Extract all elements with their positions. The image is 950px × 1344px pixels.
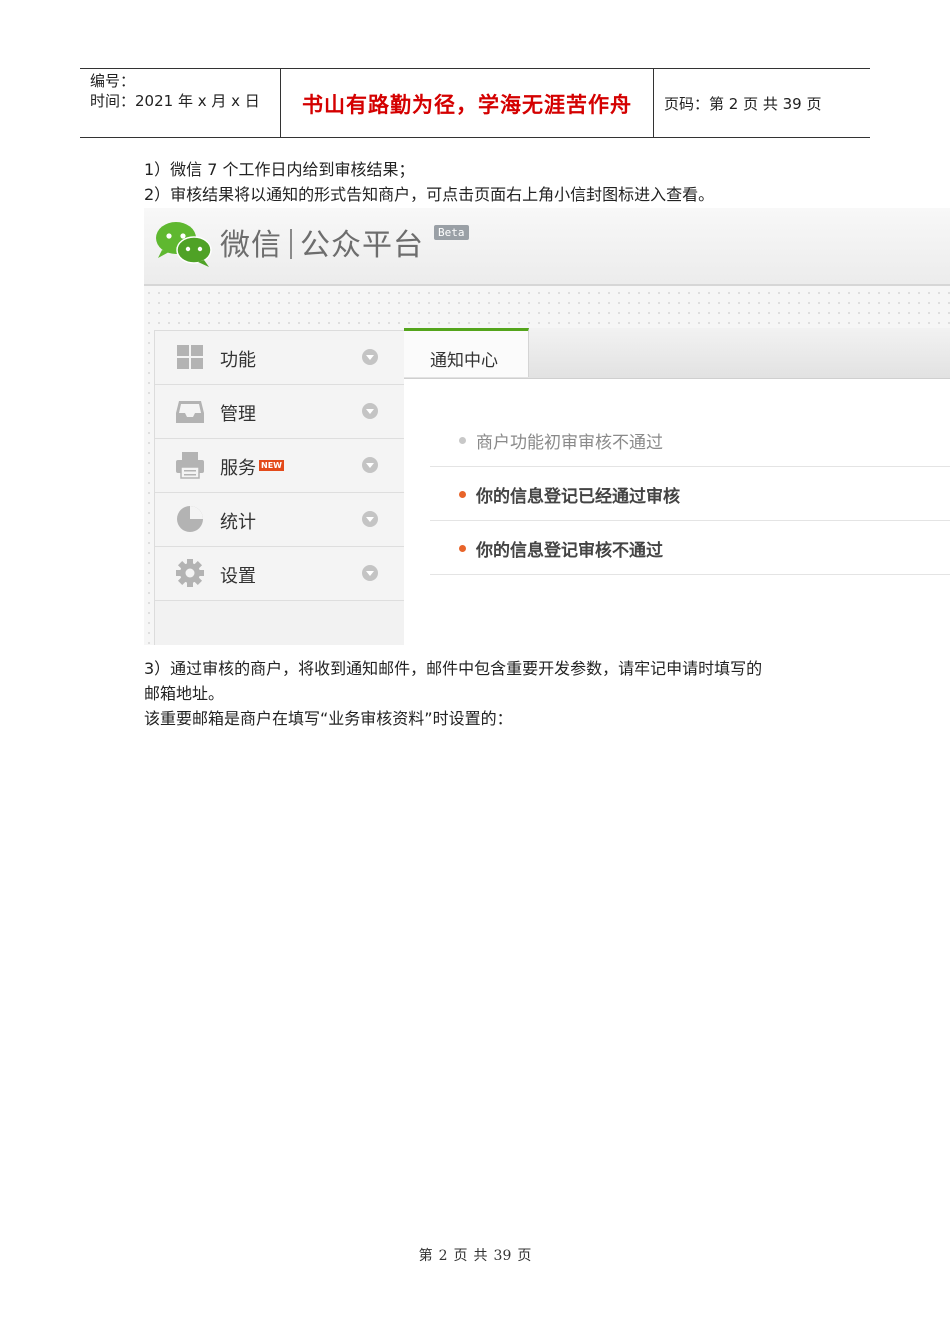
footer-text: 页 (517, 1248, 532, 1264)
notification-item[interactable]: 你的信息登记已经通过审核 (430, 467, 950, 521)
brand-divider (290, 229, 292, 259)
platform-brand: 微信 公众平台 (220, 220, 424, 264)
footer-text: 第 (418, 1248, 433, 1264)
notification-item[interactable]: 你的信息登记审核不通过 (430, 521, 950, 575)
gear-icon (176, 559, 204, 587)
notification-item[interactable]: 商户功能初审审核不通过 (430, 413, 950, 467)
wechat-logo-icon (156, 222, 212, 267)
tab-bar: 通知中心 (404, 328, 950, 379)
tab-notification-center[interactable]: 通知中心 (404, 328, 529, 377)
sidebar-item-label: 管理 (220, 404, 256, 425)
notification-text: 商户功能初审审核不通过 (476, 433, 663, 453)
chevron-down-icon[interactable] (361, 402, 379, 420)
wechat-platform-screenshot: 微信 公众平台 Beta 功能 管理 服务 NEW 统计 设置 通知中心 商户功… (144, 208, 950, 645)
serial-number-label: 编号： (90, 72, 136, 90)
sidebar-item-service[interactable]: 服务 NEW (155, 439, 404, 493)
document-header: 编号： 时间：2021 年 x 月 x 日 书山有路勤为径，学海无涯苦作舟 页码… (80, 68, 870, 138)
header-divider (653, 69, 654, 137)
sidebar-item-manage[interactable]: 管理 (155, 385, 404, 439)
platform-name: 公众平台 (300, 228, 424, 263)
sidebar-item-label: 服务 NEW (220, 454, 284, 480)
page-footer: 第 2 页共 39 页 (0, 1245, 950, 1265)
sidebar-item-label: 统计 (220, 512, 256, 533)
footer-page-number: 2 (438, 1248, 448, 1264)
platform-top-bar: 微信 公众平台 Beta (144, 208, 950, 286)
beta-badge: Beta (434, 225, 469, 240)
header-motto: 书山有路勤为径，学海无涯苦作舟 (302, 92, 632, 117)
notification-text: 你的信息登记已经通过审核 (476, 487, 680, 507)
sidebar-item-settings[interactable]: 设置 (155, 547, 404, 601)
paragraph-step-3: 3）通过审核的商户，将收到通知邮件，邮件中包含重要开发参数，请牢记申请时填写的 (144, 659, 763, 678)
chevron-down-icon[interactable] (361, 456, 379, 474)
sidebar-item-statistics[interactable]: 统计 (155, 493, 404, 547)
read-dot-icon (459, 437, 466, 444)
footer-page-total: 39 (493, 1248, 512, 1264)
paragraph-step-1: 1）微信 7 个工作日内给到审核结果； (144, 160, 415, 179)
unread-dot-icon (459, 545, 466, 552)
chevron-down-icon[interactable] (361, 510, 379, 528)
header-meta: 编号： 时间：2021 年 x 月 x 日 (90, 71, 280, 111)
chevron-down-icon[interactable] (361, 348, 379, 366)
paragraph-step-3-cont: 邮箱地址。 (144, 684, 225, 703)
paragraph-step-2: 2）审核结果将以通知的形式告知商户，可点击页面右上角小信封图标进入查看。 (144, 185, 715, 204)
sidebar-item-function[interactable]: 功能 (155, 331, 404, 385)
unread-dot-icon (459, 491, 466, 498)
notification-list: 商户功能初审审核不通过 你的信息登记已经通过审核 你的信息登记审核不通过 (404, 379, 950, 645)
notification-text: 你的信息登记审核不通过 (476, 541, 663, 561)
paragraph-email-note: 该重要邮箱是商户在填写“业务审核资料”时设置的： (144, 709, 513, 728)
brand-name: 微信 (220, 228, 282, 263)
footer-text: 共 (473, 1248, 488, 1264)
new-badge: NEW (259, 460, 284, 471)
footer-text: 页 (453, 1248, 468, 1264)
date-label: 时间：2021 年 x 月 x 日 (90, 92, 260, 110)
tab-label: 通知中心 (430, 351, 498, 371)
chevron-down-icon[interactable] (361, 564, 379, 582)
header-page-number: 页码：第 2 页 共 39 页 (664, 95, 822, 113)
sidebar-item-text: 服务 (220, 458, 256, 479)
sidebar-item-label: 功能 (220, 350, 256, 371)
pie-chart-icon (177, 506, 203, 532)
inbox-icon (176, 401, 204, 423)
sidebar: 功能 管理 服务 NEW 统计 设置 (154, 330, 405, 645)
grid-icon (177, 345, 203, 369)
printer-icon (176, 452, 204, 479)
sidebar-item-label: 设置 (220, 566, 256, 587)
